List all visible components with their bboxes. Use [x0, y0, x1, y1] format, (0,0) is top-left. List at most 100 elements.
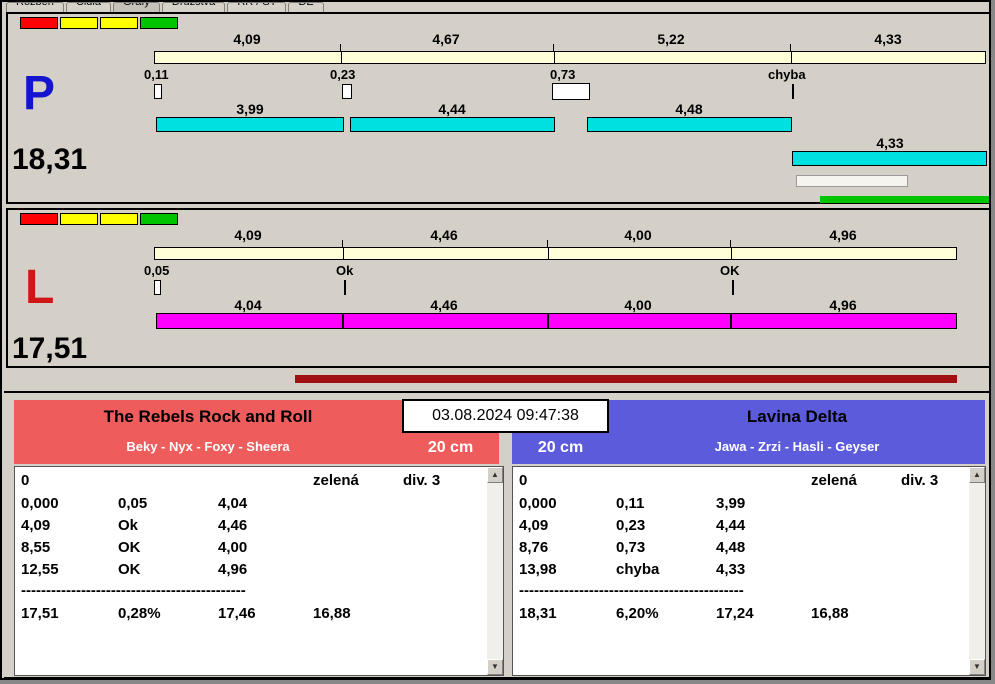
- run-bar: [156, 313, 957, 329]
- divider-line: [4, 391, 991, 393]
- sensor-mark: 0,23: [330, 67, 355, 82]
- result-row: 4,09 0,23 4,44: [513, 517, 969, 539]
- division-value: div. 3: [901, 472, 938, 489]
- arrow-up-icon: ▲: [970, 468, 984, 482]
- run-bar: [156, 117, 344, 132]
- run-time: 4,00: [598, 297, 678, 313]
- segment-divider: [730, 314, 732, 328]
- cell: 0,73: [616, 539, 645, 556]
- cell: 0,23: [616, 517, 645, 534]
- result-row: 4,09 Ok 4,46: [15, 517, 487, 539]
- run-time: 4,46: [404, 297, 484, 313]
- scroll-up-button[interactable]: ▲: [969, 467, 985, 483]
- cell: 4,96: [218, 561, 247, 578]
- total-percent: 0,28%: [118, 605, 161, 622]
- light-green: [140, 17, 178, 29]
- run-bar: [792, 151, 987, 166]
- segment-divider: [548, 248, 549, 259]
- team-right-dogs: Jawa - Zrzi - Hasli - Geyser: [609, 433, 985, 464]
- cell: 4,48: [716, 539, 745, 556]
- segment-tick: [730, 240, 731, 247]
- tab-grafy[interactable]: Grafy: [113, 2, 160, 12]
- cell: 0,000: [21, 495, 59, 512]
- cell: 8,76: [519, 539, 548, 556]
- change-box: [154, 280, 161, 295]
- scroll-up-button[interactable]: ▲: [487, 467, 503, 483]
- run-time: 4,04: [208, 297, 288, 313]
- result-row: 12,55 OK 4,96: [15, 561, 487, 583]
- total-percent: 6,20%: [616, 605, 659, 622]
- light-yellow-1: [60, 17, 98, 29]
- tab-cidla[interactable]: Čidla: [66, 2, 111, 12]
- segment-divider: [791, 52, 792, 63]
- app-window: Rozběh Čidla Grafy Družstva RR / ST DE 4…: [0, 0, 991, 680]
- light-green: [140, 213, 178, 225]
- tab-rozbeh[interactable]: Rozběh: [6, 2, 64, 12]
- scroll-down-button[interactable]: ▼: [487, 659, 503, 675]
- start-value: 0: [519, 472, 527, 489]
- scroll-down-button[interactable]: ▼: [969, 659, 985, 675]
- bottom-border-line: [4, 677, 991, 679]
- result-text-right[interactable]: 0 zelená div. 3 0,000 0,11 3,99 4,09 0,2…: [513, 467, 969, 675]
- total-clean: 17,24: [716, 605, 754, 622]
- run-time: 4,96: [803, 297, 883, 313]
- cell: 4,46: [218, 517, 247, 534]
- datetime-display: 03.08.2024 09:47:38: [402, 399, 609, 433]
- separator: ----------------------------------------…: [519, 582, 744, 599]
- lane-l-panel: 4,09 4,46 4,00 4,96 0,05 Ok OK 4,04 4,46…: [6, 208, 991, 368]
- tab-druzstva[interactable]: Družstva: [162, 2, 225, 12]
- cell: 4,04: [218, 495, 247, 512]
- scrollbar[interactable]: ▲ ▼: [487, 467, 503, 675]
- result-row: 0 zelená div. 3: [513, 472, 969, 494]
- run-time: 4,33: [850, 135, 930, 151]
- total-time: 17,51: [21, 605, 59, 622]
- cell: OK: [118, 539, 141, 556]
- status-lights: [20, 17, 178, 29]
- split-time: 4,33: [848, 31, 928, 47]
- result-sheet-left: 0 zelená div. 3 0,000 0,05 4,04 4,09 Ok …: [14, 466, 504, 676]
- result-sheet-right: 0 zelená div. 3 0,000 0,11 3,99 4,09 0,2…: [512, 466, 986, 676]
- change-box: [552, 83, 590, 100]
- arrow-down-icon: ▼: [488, 660, 502, 674]
- tab-label: DE: [298, 2, 313, 8]
- result-row: 0,000 0,05 4,04: [15, 495, 487, 517]
- split-time: 4,67: [406, 31, 486, 47]
- tab-rr-st[interactable]: RR / ST: [227, 2, 286, 12]
- split-time: 4,96: [803, 227, 883, 243]
- result-row: 0 zelená div. 3: [15, 472, 487, 494]
- segment-divider: [342, 314, 344, 328]
- scrollbar[interactable]: ▲ ▼: [969, 467, 985, 675]
- run-time: 4,48: [649, 101, 729, 117]
- totals-row: 18,31 6,20% 17,24 16,88: [513, 605, 969, 627]
- light-yellow-2: [100, 17, 138, 29]
- light-yellow-1: [60, 213, 98, 225]
- change-box: [342, 84, 352, 99]
- sensor-mark: 0,11: [144, 67, 169, 82]
- cell: OK: [118, 561, 141, 578]
- result-text-left[interactable]: 0 zelená div. 3 0,000 0,05 4,04 4,09 Ok …: [15, 467, 487, 675]
- segment-divider: [731, 248, 732, 259]
- segment-tick: [547, 240, 548, 247]
- segment-divider: [547, 314, 549, 328]
- light-red: [20, 17, 58, 29]
- tab-de[interactable]: DE: [288, 2, 323, 12]
- split-track: [154, 247, 957, 260]
- run-bar: [587, 117, 792, 132]
- segment-divider: [554, 52, 555, 63]
- split-track: [154, 51, 986, 64]
- split-time: 5,22: [631, 31, 711, 47]
- lane-p-panel: 4,09 4,67 5,22 4,33 0,11 0,23 0,73 chyba…: [6, 12, 991, 204]
- cell: Ok: [118, 517, 138, 534]
- team-left-name: The Rebels Rock and Roll: [14, 400, 402, 433]
- cell: 8,55: [21, 539, 50, 556]
- split-time: 4,09: [207, 31, 287, 47]
- cell: 3,99: [716, 495, 745, 512]
- cell: 4,33: [716, 561, 745, 578]
- sensor-mark: OK: [720, 263, 740, 278]
- division-value: div. 3: [403, 472, 440, 489]
- separator-row: ----------------------------------------…: [15, 582, 487, 604]
- cell: 4,09: [21, 517, 50, 534]
- cell: 0,000: [519, 495, 557, 512]
- light-yellow-2: [100, 213, 138, 225]
- lane-letter: P: [23, 70, 55, 118]
